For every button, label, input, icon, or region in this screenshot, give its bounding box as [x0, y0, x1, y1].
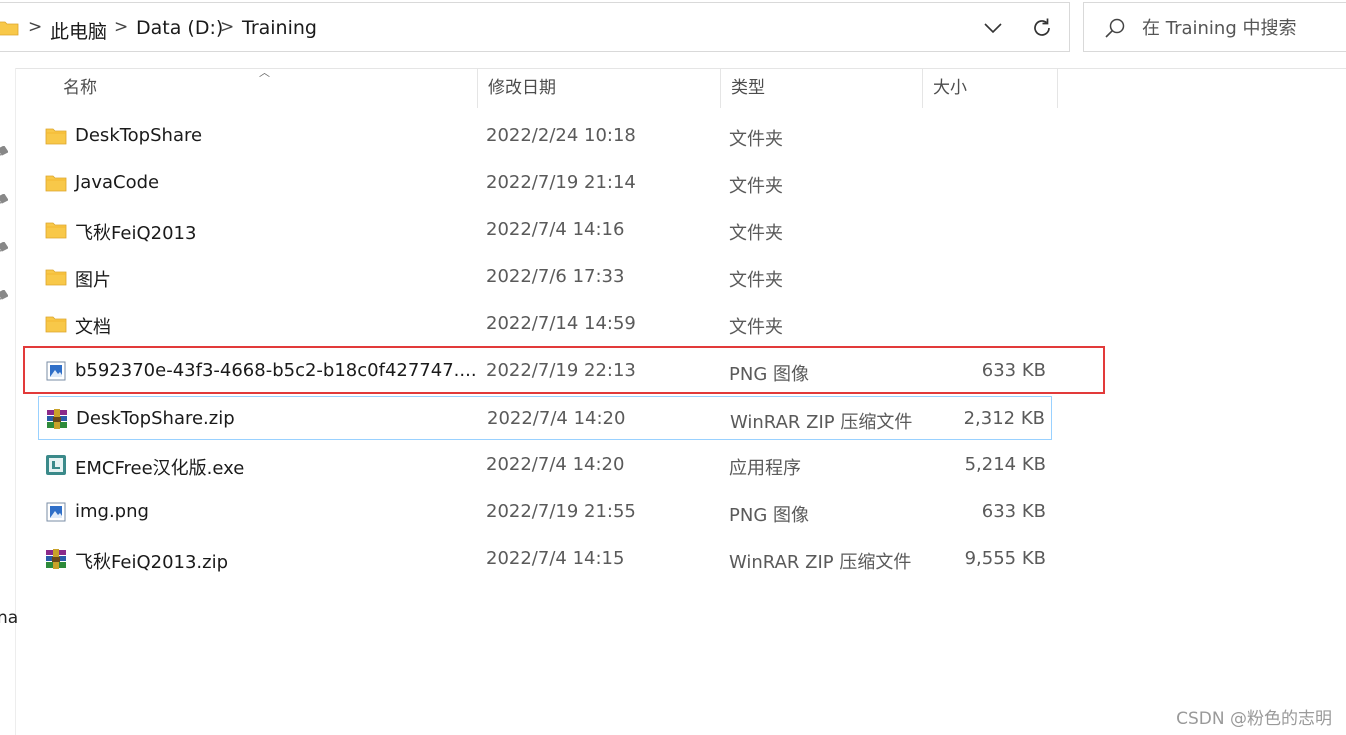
file-row[interactable]: JavaCode 2022/7/19 21:14 文件夹	[38, 161, 1052, 205]
folder-icon	[45, 128, 67, 145]
file-row[interactable]: 文档 2022/7/14 14:59 文件夹	[38, 302, 1052, 346]
address-bar[interactable]: > 此电脑 > Data (D:) > Training	[0, 2, 1070, 52]
folder-icon	[45, 175, 67, 192]
breadcrumb-separator: >	[220, 17, 235, 37]
column-header-size-label: 大小	[933, 78, 967, 98]
file-name: 飞秋FeiQ2013	[75, 223, 197, 244]
search-icon	[1105, 18, 1125, 38]
file-date: 2022/7/6 17:33	[486, 266, 625, 287]
file-name: 图片	[75, 270, 111, 291]
sort-ascending-icon: ︿	[259, 66, 270, 79]
column-header-date[interactable]: 修改日期	[478, 68, 721, 108]
file-row[interactable]: 图片 2022/7/6 17:33 文件夹	[38, 255, 1052, 299]
column-header-date-label: 修改日期	[488, 78, 556, 98]
file-type: PNG 图像	[729, 364, 809, 385]
file-name: 飞秋FeiQ2013.zip	[75, 552, 229, 573]
search-box[interactable]	[1083, 2, 1346, 52]
column-header-name-label: 名称	[63, 78, 97, 98]
file-date: 2022/7/4 14:16	[486, 219, 625, 240]
breadcrumb-data-drive[interactable]: Data (D:)	[136, 17, 223, 39]
file-row[interactable]: img.png 2022/7/19 21:55 PNG 图像 633 KB	[38, 490, 1052, 534]
file-size: 2,312 KB	[963, 408, 1045, 429]
address-bar-region: > 此电脑 > Data (D:) > Training	[0, 0, 1346, 69]
file-type: 文件夹	[729, 176, 783, 197]
search-input[interactable]	[1142, 15, 1342, 41]
file-name: DeskTopShare.zip	[76, 408, 235, 429]
column-header-row: ︿ 名称 修改日期 类型 大小	[15, 66, 1058, 108]
file-row-hovered[interactable]: DeskTopShare.zip 2022/7/4 14:20 WinRAR Z…	[38, 396, 1052, 440]
file-type: 文件夹	[729, 317, 783, 338]
address-history-dropdown[interactable]	[980, 15, 1006, 41]
file-name: DeskTopShare	[75, 125, 203, 146]
pin-icon[interactable]	[0, 290, 8, 302]
file-date: 2022/7/4 14:20	[487, 408, 626, 429]
folder-icon	[0, 21, 19, 36]
file-name: JavaCode	[75, 172, 160, 193]
column-header-name[interactable]: ︿ 名称	[15, 66, 478, 108]
refresh-icon	[1034, 18, 1050, 36]
file-row[interactable]: EMCFree汉化版.exe 2022/7/4 14:20 应用程序 5,214…	[38, 443, 1052, 487]
file-date: 2022/2/24 10:18	[486, 125, 636, 146]
nav-item-label-fragment[interactable]: na	[0, 608, 18, 628]
file-type: 文件夹	[729, 129, 783, 150]
pin-icon[interactable]	[0, 194, 8, 206]
exe-app-icon	[46, 455, 66, 475]
file-row[interactable]: 飞秋FeiQ2013.zip 2022/7/4 14:15 WinRAR ZIP…	[38, 537, 1052, 581]
file-type: 文件夹	[729, 223, 783, 244]
winrar-archive-icon	[46, 549, 66, 569]
file-size: 9,555 KB	[964, 548, 1046, 569]
file-size: 633 KB	[981, 360, 1046, 381]
file-type: 文件夹	[729, 270, 783, 291]
breadcrumb-separator: >	[114, 17, 129, 37]
folder-icon	[45, 222, 67, 239]
file-type: PNG 图像	[729, 505, 809, 526]
file-size: 633 KB	[981, 501, 1046, 522]
refresh-button[interactable]	[1028, 14, 1056, 42]
file-row-highlighted[interactable]: b592370e-43f3-4668-b5c2-b18c0f427747....…	[38, 349, 1052, 393]
breadcrumb-separator: >	[28, 17, 43, 37]
folder-icon	[45, 269, 67, 286]
file-size: 5,214 KB	[964, 454, 1046, 475]
file-date: 2022/7/4 14:20	[486, 454, 625, 475]
file-date: 2022/7/19 22:13	[486, 360, 636, 381]
file-date: 2022/7/19 21:55	[486, 501, 636, 522]
watermark: CSDN @粉色的志明	[1176, 709, 1332, 729]
png-image-icon	[46, 502, 66, 522]
file-name: EMCFree汉化版.exe	[75, 458, 245, 479]
file-date: 2022/7/14 14:59	[486, 313, 636, 334]
chevron-down-icon	[984, 23, 1002, 34]
column-header-type-label: 类型	[731, 78, 765, 98]
file-name: 文档	[75, 317, 111, 338]
file-date: 2022/7/19 21:14	[486, 172, 636, 193]
file-date: 2022/7/4 14:15	[486, 548, 625, 569]
png-image-icon	[46, 361, 66, 381]
file-name: b592370e-43f3-4668-b5c2-b18c0f427747....	[75, 360, 477, 381]
file-row[interactable]: 飞秋FeiQ2013 2022/7/4 14:16 文件夹	[38, 208, 1052, 252]
column-header-type[interactable]: 类型	[721, 68, 923, 108]
pin-icon[interactable]	[0, 146, 8, 158]
folder-icon	[45, 316, 67, 333]
breadcrumb-training[interactable]: Training	[242, 17, 317, 39]
breadcrumb-this-pc[interactable]: 此电脑	[50, 17, 107, 44]
column-header-size[interactable]: 大小	[923, 68, 1058, 108]
file-type: WinRAR ZIP 压缩文件	[730, 412, 913, 433]
winrar-archive-icon	[47, 409, 67, 429]
file-type: WinRAR ZIP 压缩文件	[729, 552, 912, 573]
navigation-pane[interactable]: na	[0, 68, 18, 735]
file-type: 应用程序	[729, 458, 801, 479]
file-name: img.png	[75, 501, 149, 522]
pin-icon[interactable]	[0, 242, 8, 254]
file-row[interactable]: DeskTopShare 2022/2/24 10:18 文件夹	[38, 114, 1052, 158]
